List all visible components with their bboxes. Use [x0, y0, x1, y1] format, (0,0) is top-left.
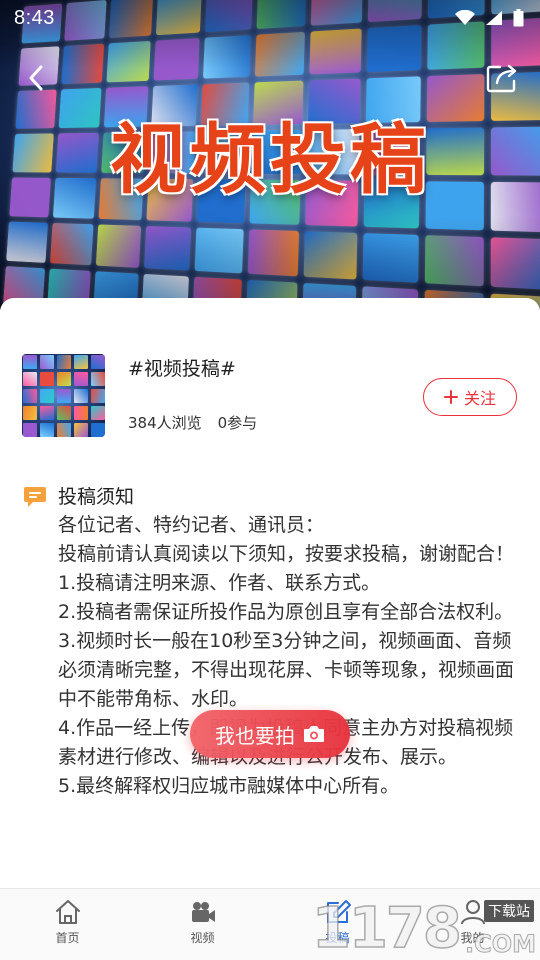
watermark-top-text: 下载站	[484, 900, 534, 922]
shoot-button-label: 我也要拍	[215, 723, 295, 748]
watermark-digits: 1178	[311, 895, 462, 960]
notice-line: 1.投稿请注明来源、作者、联系方式。	[58, 572, 381, 594]
notice-line: 2.投稿者需保证所投作品为原创且享有全部合法权利。	[58, 601, 514, 623]
home-icon	[55, 900, 80, 924]
shoot-video-button[interactable]: 我也要拍	[190, 710, 350, 758]
topic-title: #视频投稿#	[128, 358, 236, 380]
status-time: 8:43	[14, 6, 55, 29]
follow-button[interactable]: 关注	[423, 378, 517, 416]
watermark-suffix: .COM	[464, 930, 536, 959]
wifi-icon	[455, 10, 475, 25]
follow-label: 关注	[463, 389, 496, 408]
tab-video[interactable]: 视频	[135, 889, 270, 960]
share-icon	[486, 64, 517, 93]
plus-icon	[443, 390, 458, 404]
back-button[interactable]	[20, 60, 52, 96]
tab-label: 视频	[190, 931, 215, 945]
view-count: 384人浏览	[128, 414, 202, 432]
tab-home[interactable]: 首页	[0, 889, 135, 960]
notice-line: 5.最终解释权归应城市融媒体中心所有。	[58, 775, 400, 797]
notice-line: 各位记者、特约记者、通讯员：	[58, 514, 325, 536]
notice-message-icon	[24, 487, 46, 507]
topic-card: #视频投稿# 384人浏览 0参与 关注 投稿须知 各位记者、特约记者、通讯员：…	[0, 298, 540, 888]
site-watermark: 1178 下载站 .COM	[311, 895, 540, 960]
topic-thumbnail	[22, 354, 105, 437]
battery-icon	[513, 9, 524, 27]
chevron-left-icon	[29, 65, 43, 91]
hero-title: 视频投稿	[110, 115, 430, 204]
share-button[interactable]	[484, 60, 520, 96]
tab-label: 首页	[55, 931, 80, 945]
participant-count: 0参与	[217, 414, 258, 432]
notice-line: 3.视频时长一般在10秒至3分钟之间，视频画面、音频必须清晰完整，不得出现花屏、…	[58, 630, 515, 710]
notice-heading: 投稿须知	[58, 486, 135, 508]
notice-line: 投稿前请认真阅读以下须知，按要求投稿，谢谢配合！	[58, 543, 515, 565]
status-bar: 8:43	[0, 0, 540, 36]
topic-stats: 384人浏览 0参与	[128, 412, 257, 433]
signal-icon	[486, 11, 502, 25]
camera-icon	[304, 726, 324, 742]
video-camera-icon	[191, 902, 215, 922]
hero-banner: 8:43 视频投稿	[0, 0, 540, 310]
